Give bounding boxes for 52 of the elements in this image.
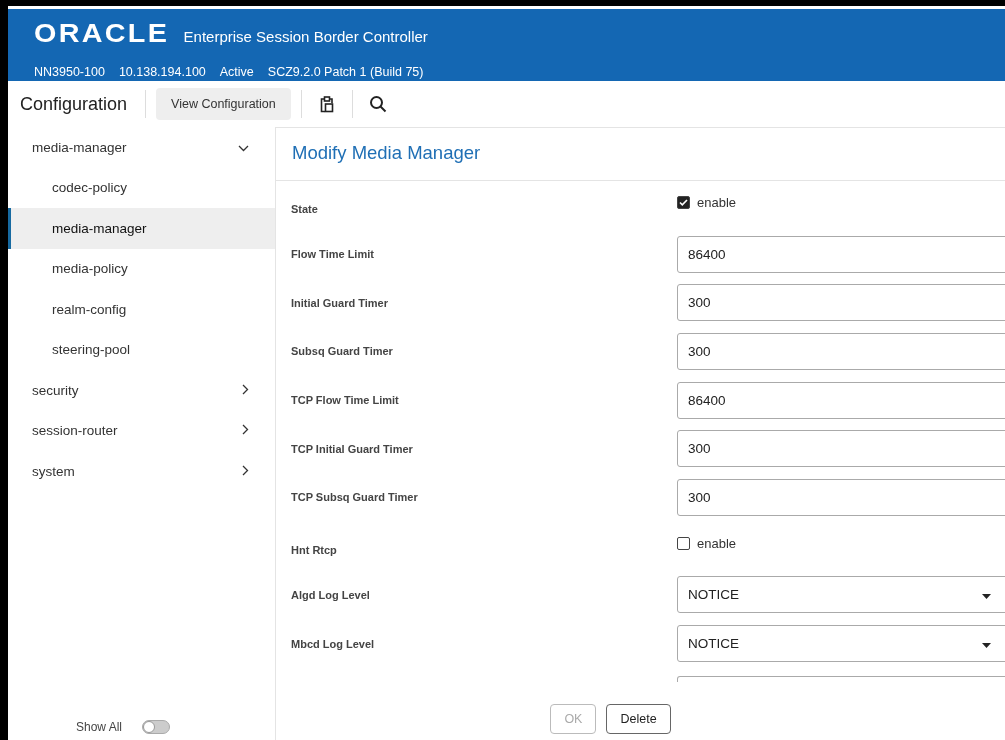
field-label: Flow Time Limit (291, 248, 375, 261)
toggle-switch[interactable] (142, 720, 171, 734)
form-title: Modify Media Manager (276, 128, 1005, 181)
tree-item[interactable]: steering-pool (8, 329, 275, 370)
field-label: Algd Log Level (291, 588, 371, 601)
tree-item[interactable]: media-policy (8, 248, 275, 289)
product-title: Enterprise Session Border Controller (183, 28, 428, 45)
input-field[interactable]: 300 (677, 478, 1005, 516)
system-info: Active (219, 65, 254, 79)
checkbox-label: enable (697, 535, 737, 551)
input-field[interactable]: 86400 (677, 235, 1005, 273)
show-all-label: Show All (76, 720, 123, 734)
input-field[interactable]: 300 (677, 430, 1005, 468)
tree-item[interactable]: media-manager (8, 127, 275, 168)
field-label: TCP Initial Guard Timer (291, 442, 414, 455)
tree-item[interactable]: realm-config (8, 289, 275, 330)
tree-item[interactable]: system (8, 451, 275, 492)
checkbox-label: enable (697, 195, 737, 210)
chevron-right-icon[interactable] (242, 383, 249, 395)
dropdown[interactable]: NOTICE (677, 625, 1005, 663)
checkbox[interactable] (677, 536, 690, 550)
field-label: State (291, 202, 319, 215)
dropdown[interactable]: NOTICE (677, 576, 1005, 614)
logo: ORACLE (34, 19, 170, 48)
field-label: TCP Flow Time Limit (291, 394, 400, 407)
tree-item[interactable]: codec-policy (8, 167, 275, 208)
tree-item[interactable]: session-router (8, 410, 275, 451)
caret-icon (982, 594, 991, 600)
chevron-down-icon[interactable] (238, 144, 249, 152)
caret-icon (982, 643, 991, 649)
search-icon[interactable] (368, 95, 387, 113)
system-info: 10.138.194.100 (118, 65, 206, 79)
input-field[interactable]: 300 (677, 284, 1005, 322)
field-label: Initial Guard Timer (291, 296, 389, 309)
field-label: Subsq Guard Timer (291, 345, 394, 358)
tree-item[interactable]: security (8, 370, 275, 411)
tree-item[interactable]: media-manager (8, 208, 275, 249)
system-info: NN3950-100 (34, 65, 105, 79)
page-title: Configuration (20, 93, 129, 115)
field-label: Mbcd Log Level (291, 637, 376, 650)
checkbox[interactable] (677, 196, 690, 209)
delete-button[interactable]: Delete (606, 704, 671, 734)
field-label: Hnt Rtcp (291, 542, 338, 556)
clipboard-icon[interactable] (319, 95, 334, 113)
input-field[interactable]: 300 (677, 332, 1005, 370)
chevron-right-icon[interactable] (242, 464, 249, 476)
chevron-right-icon[interactable] (242, 424, 249, 436)
input-field[interactable]: 86400 (677, 381, 1005, 419)
field-label: TCP Subsq Guard Timer (291, 491, 419, 504)
view-configuration-button[interactable]: View Configuration (156, 88, 291, 120)
system-info: SCZ9.2.0 Patch 1 (Build 75) (267, 65, 424, 79)
input-field[interactable] (677, 675, 1005, 682)
